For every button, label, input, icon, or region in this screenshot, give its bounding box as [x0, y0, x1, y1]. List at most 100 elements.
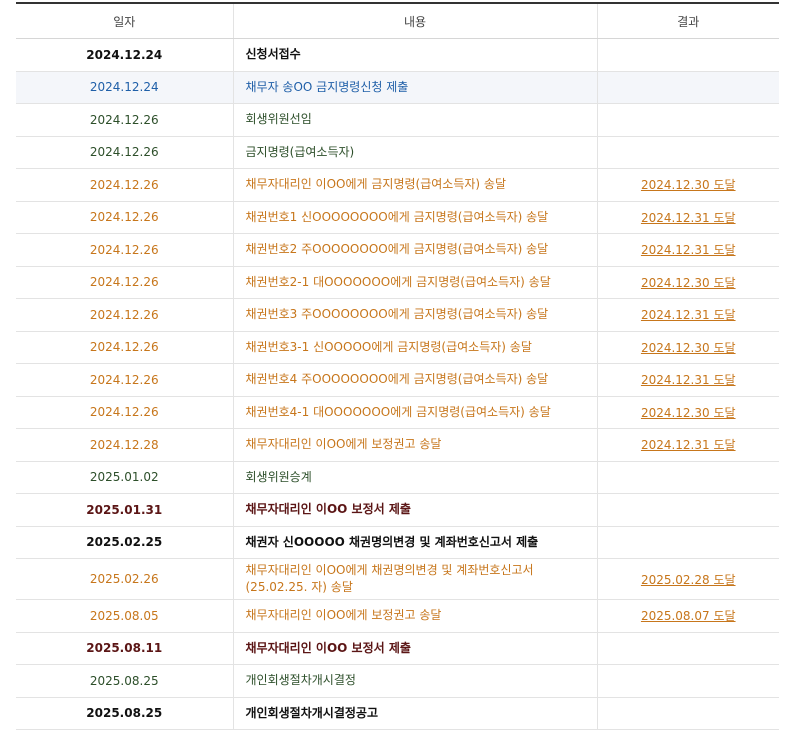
row-date: 2024.12.24	[16, 38, 233, 72]
row-result	[596, 697, 779, 730]
delivery-result-link[interactable]: 2024.12.31 도달	[641, 243, 736, 257]
row-content: 채권번호1 신OOOOOOOO에게 금지명령(급여소득자) 송달	[232, 201, 597, 234]
table-row: 2024.12.24 채무자 송OO 금지명령신청 제출	[16, 71, 779, 104]
table-row: 2025.01.31 채무자대리인 이OO 보정서 제출	[16, 493, 779, 527]
row-date: 2025.01.31	[16, 493, 233, 527]
row-content: 채권번호3-1 신OOOOO에게 금지명령(급여소득자) 송달	[232, 331, 597, 364]
table-row: 2025.02.26 채무자대리인 이OO에게 채권명의변경 및 계좌번호신고서(…	[16, 558, 779, 600]
row-content: 회생위원승계	[232, 461, 597, 494]
delivery-result-link[interactable]: 2024.12.30 도달	[641, 178, 736, 192]
table-row: 2025.08.11 채무자대리인 이OO 보정서 제출	[16, 632, 779, 665]
table-row: 2024.12.26 회생위원선임	[16, 103, 779, 137]
row-content: 채무자대리인 이OO에게 금지명령(급여소득자) 송달	[232, 168, 597, 202]
table-row: 2024.12.28 채무자대리인 이OO에게 보정권고 송달 2024.12.31…	[16, 428, 779, 462]
row-content: 채권번호2-1 대OOOOOOO에게 금지명령(급여소득자) 송달	[232, 266, 597, 299]
table-row: 2025.02.25 채권자 신OOOOO 채권명의변경 및 계좌번호신고서 제출	[16, 526, 779, 559]
table-row: 2024.12.26 채권번호2 주OOOOOOOO에게 금지명령(급여소득자) …	[16, 233, 779, 267]
row-result: 2024.12.30 도달	[596, 168, 779, 202]
delivery-result-link[interactable]: 2024.12.30 도달	[641, 276, 736, 290]
delivery-result-link[interactable]: 2024.12.30 도달	[641, 406, 736, 420]
delivery-result-link[interactable]: 2024.12.31 도달	[641, 211, 736, 225]
row-result	[596, 103, 779, 137]
row-date: 2024.12.26	[16, 233, 233, 267]
row-result	[596, 526, 779, 559]
row-content: 개인회생절차개시결정	[232, 664, 597, 698]
table-row: 2024.12.24 신청서접수	[16, 38, 779, 72]
table-row: 2024.12.26 채무자대리인 이OO에게 금지명령(급여소득자) 송달 202…	[16, 168, 779, 202]
row-date: 2025.02.26	[16, 558, 233, 600]
table-row: 2024.12.26 금지명령(급여소득자)	[16, 136, 779, 169]
row-content: 채권번호2 주OOOOOOOO에게 금지명령(급여소득자) 송달	[232, 233, 597, 267]
row-content: 금지명령(급여소득자)	[232, 136, 597, 169]
row-result: 2025.08.07 도달	[596, 599, 779, 633]
header-content: 내용	[232, 2, 597, 39]
case-history-table: 일자 내용 결과 2024.12.24 신청서접수 2024.12.24 채무자 송O…	[16, 2, 779, 730]
row-date: 2025.08.25	[16, 697, 233, 730]
table-row: 2024.12.26 채권번호1 신OOOOOOOO에게 금지명령(급여소득자) …	[16, 201, 779, 234]
delivery-result-link[interactable]: 2024.12.31 도달	[641, 308, 736, 322]
table-row: 2024.12.26 채권번호3-1 신OOOOO에게 금지명령(급여소득자) 송…	[16, 331, 779, 364]
row-content: 채권자 신OOOOO 채권명의변경 및 계좌번호신고서 제출	[232, 526, 597, 559]
row-result: 2024.12.31 도달	[596, 428, 779, 462]
case-history-table-wrapper: 일자 내용 결과 2024.12.24 신청서접수 2024.12.24 채무자 송O…	[16, 2, 779, 730]
row-result	[596, 38, 779, 72]
row-date: 2025.08.25	[16, 664, 233, 698]
table-row: 2025.01.02 회생위원승계	[16, 461, 779, 494]
row-content: 채권번호4 주OOOOOOOO에게 금지명령(급여소득자) 송달	[232, 363, 597, 397]
row-date: 2024.12.26	[16, 363, 233, 397]
row-result	[596, 632, 779, 665]
row-content: 채무자 송OO 금지명령신청 제출	[232, 71, 597, 104]
row-result: 2024.12.31 도달	[596, 298, 779, 332]
delivery-result-link[interactable]: 2025.02.28 도달	[641, 573, 736, 587]
row-result	[596, 136, 779, 169]
row-result	[596, 71, 779, 104]
row-date: 2025.01.02	[16, 461, 233, 494]
row-result	[596, 664, 779, 698]
row-result	[596, 493, 779, 527]
header-date: 일자	[16, 2, 233, 39]
row-content: 채권번호4-1 대OOOOOOO에게 금지명령(급여소득자) 송달	[232, 396, 597, 429]
table-row: 2025.08.25 개인회생절차개시결정	[16, 664, 779, 698]
row-content: 신청서접수	[232, 38, 597, 72]
row-date: 2024.12.26	[16, 168, 233, 202]
row-content: 채무자대리인 이OO 보정서 제출	[232, 493, 597, 527]
row-date: 2024.12.26	[16, 331, 233, 364]
delivery-result-link[interactable]: 2024.12.30 도달	[641, 341, 736, 355]
table-row: 2024.12.26 채권번호2-1 대OOOOOOO에게 금지명령(급여소득자)…	[16, 266, 779, 299]
table-row: 2025.08.05 채무자대리인 이OO에게 보정권고 송달 2025.08.07…	[16, 599, 779, 633]
row-content: 채무자대리인 이OO 보정서 제출	[232, 632, 597, 665]
row-result: 2025.02.28 도달	[596, 558, 779, 600]
row-result: 2024.12.30 도달	[596, 396, 779, 429]
delivery-result-link[interactable]: 2024.12.31 도달	[641, 438, 736, 452]
delivery-result-link[interactable]: 2025.08.07 도달	[641, 609, 736, 623]
row-result: 2024.12.31 도달	[596, 233, 779, 267]
row-content: 채무자대리인 이OO에게 보정권고 송달	[232, 428, 597, 462]
row-result: 2024.12.30 도달	[596, 266, 779, 299]
row-date: 2025.02.25	[16, 526, 233, 559]
row-result: 2024.12.31 도달	[596, 363, 779, 397]
row-date: 2024.12.26	[16, 103, 233, 137]
table-row: 2024.12.26 채권번호3 주OOOOOOOO에게 금지명령(급여소득자) …	[16, 298, 779, 332]
row-date: 2024.12.28	[16, 428, 233, 462]
row-result	[596, 461, 779, 494]
delivery-result-link[interactable]: 2024.12.31 도달	[641, 373, 736, 387]
row-content: 회생위원선임	[232, 103, 597, 137]
table-header-row: 일자 내용 결과	[16, 2, 779, 39]
row-content: 채무자대리인 이OO에게 채권명의변경 및 계좌번호신고서(25.02.25. …	[232, 558, 597, 600]
header-result: 결과	[596, 2, 779, 39]
row-content: 채권번호3 주OOOOOOOO에게 금지명령(급여소득자) 송달	[232, 298, 597, 332]
row-result: 2024.12.30 도달	[596, 331, 779, 364]
table-row: 2024.12.26 채권번호4 주OOOOOOOO에게 금지명령(급여소득자) …	[16, 363, 779, 397]
row-date: 2024.12.26	[16, 298, 233, 332]
row-date: 2024.12.26	[16, 136, 233, 169]
row-date: 2024.12.26	[16, 396, 233, 429]
table-row: 2025.08.25 개인회생절차개시결정공고	[16, 697, 779, 730]
row-date: 2025.08.11	[16, 632, 233, 665]
table-row: 2024.12.26 채권번호4-1 대OOOOOOO에게 금지명령(급여소득자)…	[16, 396, 779, 429]
row-date: 2024.12.26	[16, 201, 233, 234]
row-result: 2024.12.31 도달	[596, 201, 779, 234]
row-content: 개인회생절차개시결정공고	[232, 697, 597, 730]
row-content: 채무자대리인 이OO에게 보정권고 송달	[232, 599, 597, 633]
table-body: 2024.12.24 신청서접수 2024.12.24 채무자 송OO 금지명령신청 …	[16, 38, 779, 730]
row-date: 2025.08.05	[16, 599, 233, 633]
